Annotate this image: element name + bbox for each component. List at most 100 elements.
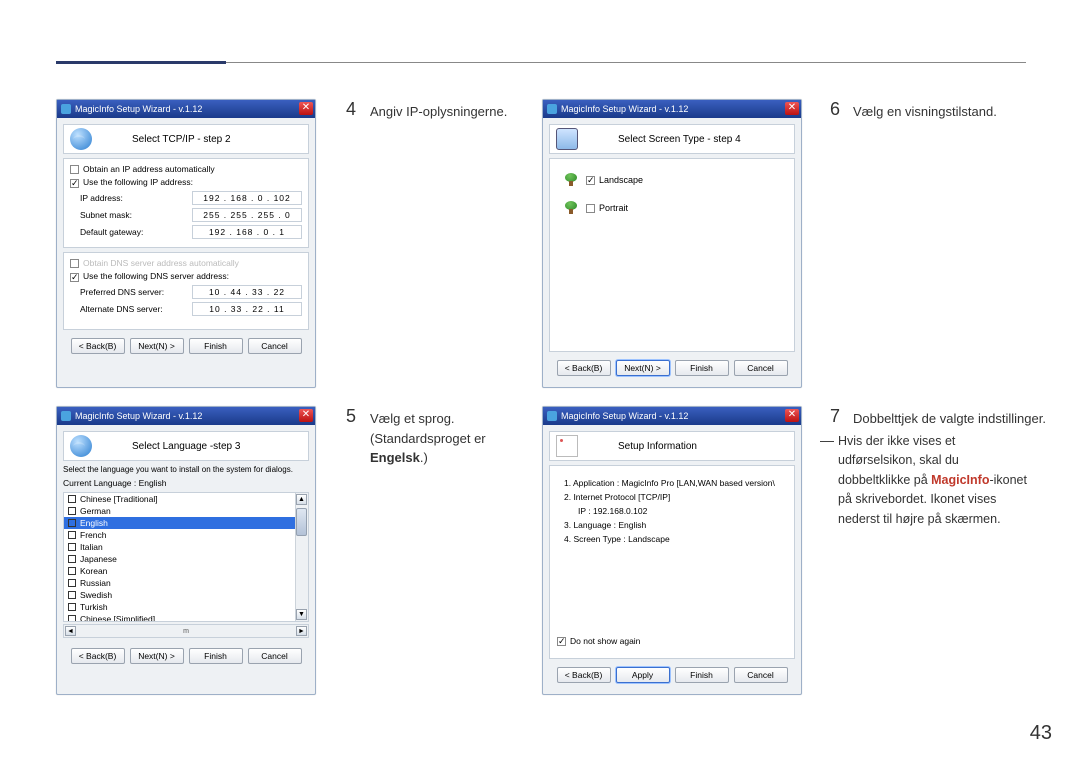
step7-number: 7	[830, 406, 840, 427]
next-button[interactable]: Next(N) >	[130, 648, 184, 664]
titlebar[interactable]: MagicInfo Setup Wizard - v.1.12 ✕	[543, 100, 801, 118]
pref-dns-field[interactable]: 10 . 44 . 33 . 22	[192, 285, 302, 299]
info-app: 1. Application : MagicInfo Pro [LAN,WAN …	[564, 478, 788, 488]
step5-text-b: Engelsk	[370, 450, 420, 465]
ip-label: IP address:	[80, 193, 180, 203]
monitor-icon	[556, 128, 578, 150]
note-dash: ―	[820, 432, 834, 448]
portrait-checkbox[interactable]	[586, 204, 595, 213]
close-icon[interactable]: ✕	[785, 102, 799, 115]
alt-dns-field[interactable]: 10 . 33 . 22 . 11	[192, 302, 302, 316]
back-button[interactable]: < Back(B)	[557, 360, 611, 376]
dont-show-label: Do not show again	[570, 636, 640, 646]
scroll-up-icon[interactable]: ▲	[296, 494, 307, 505]
back-button[interactable]: < Back(B)	[71, 648, 125, 664]
apply-button[interactable]: Apply	[616, 667, 670, 683]
title-text: MagicInfo Setup Wizard - v.1.12	[75, 411, 202, 421]
tree-icon	[564, 173, 578, 187]
gateway-field[interactable]: 192 . 168 . 0 . 1	[192, 225, 302, 239]
use-dns-label: Use the following DNS server address:	[83, 271, 229, 281]
titlebar[interactable]: MagicInfo Setup Wizard - v.1.12 ✕	[57, 407, 315, 425]
heading-text: Setup Information	[618, 441, 697, 452]
scroll-thumb[interactable]	[296, 508, 307, 536]
close-icon[interactable]: ✕	[299, 102, 313, 115]
title-text: MagicInfo Setup Wizard - v.1.12	[75, 104, 202, 114]
note-text: Hvis der ikke vises et udførselsikon, sk…	[838, 432, 1033, 529]
use-ip-checkbox[interactable]	[70, 179, 79, 188]
list-item[interactable]: Japanese	[80, 554, 117, 564]
back-button[interactable]: < Back(B)	[557, 667, 611, 683]
title-text: MagicInfo Setup Wizard - v.1.12	[561, 104, 688, 114]
language-listbox[interactable]: Chinese [Traditional] German English Fre…	[63, 492, 309, 622]
cancel-button[interactable]: Cancel	[248, 648, 302, 664]
next-button[interactable]: Next(N) >	[616, 360, 670, 376]
obtain-ip-checkbox[interactable]	[70, 165, 79, 174]
titlebar[interactable]: MagicInfo Setup Wizard - v.1.12 ✕	[543, 407, 801, 425]
obtain-dns-label: Obtain DNS server address automatically	[83, 258, 239, 268]
panel-heading: Select Screen Type - step 4	[549, 124, 795, 154]
page-number: 43	[1030, 722, 1052, 745]
list-item[interactable]: Turkish	[80, 602, 108, 612]
step5-text-c: .)	[420, 450, 428, 465]
cancel-button[interactable]: Cancel	[734, 667, 788, 683]
back-button[interactable]: < Back(B)	[71, 338, 125, 354]
scroll-right-icon[interactable]: ►	[296, 626, 307, 636]
heading-text: Select Language -step 3	[132, 441, 240, 452]
step5-text-a: Vælg et sprog. (Standardsproget er	[370, 411, 486, 446]
close-icon[interactable]: ✕	[785, 409, 799, 422]
panel-heading: Setup Information	[549, 431, 795, 461]
panel-heading: Select Language -step 3	[63, 431, 309, 461]
dont-show-checkbox[interactable]	[557, 637, 566, 646]
use-ip-label: Use the following IP address:	[83, 177, 193, 187]
step5-number: 5	[346, 406, 356, 427]
gateway-label: Default gateway:	[80, 227, 180, 237]
list-item[interactable]: Russian	[80, 578, 111, 588]
obtain-dns-checkbox[interactable]	[70, 259, 79, 268]
obtain-ip-label: Obtain an IP address automatically	[83, 164, 215, 174]
tree-icon	[564, 201, 578, 215]
landscape-checkbox[interactable]	[586, 176, 595, 185]
list-item[interactable]: English	[80, 518, 108, 528]
app-icon	[547, 104, 557, 114]
alt-dns-label: Alternate DNS server:	[80, 304, 180, 314]
wizard-screentype: MagicInfo Setup Wizard - v.1.12 ✕ Select…	[542, 99, 802, 388]
list-item[interactable]: Italian	[80, 542, 103, 552]
ip-field[interactable]: 192 . 168 . 0 . 102	[192, 191, 302, 205]
next-button[interactable]: Next(N) >	[130, 338, 184, 354]
scroll-down-icon[interactable]: ▼	[296, 609, 307, 620]
list-item[interactable]: Korean	[80, 566, 107, 576]
finish-button[interactable]: Finish	[189, 648, 243, 664]
list-item[interactable]: Chinese [Simplified]	[80, 614, 155, 622]
finish-button[interactable]: Finish	[675, 360, 729, 376]
cancel-button[interactable]: Cancel	[734, 360, 788, 376]
list-item[interactable]: Chinese [Traditional]	[80, 494, 158, 504]
step5-text: Vælg et sprog. (Standardsproget er Engel…	[370, 409, 542, 468]
pref-dns-label: Preferred DNS server:	[80, 287, 180, 297]
list-item[interactable]: French	[80, 530, 106, 540]
step7-text: Dobbelttjek de valgte indstillinger.	[853, 409, 1053, 429]
list-item[interactable]: German	[80, 506, 111, 516]
app-icon	[61, 104, 71, 114]
subnet-label: Subnet mask:	[80, 210, 180, 220]
list-item[interactable]: Swedish	[80, 590, 112, 600]
titlebar[interactable]: MagicInfo Setup Wizard - v.1.12 ✕	[57, 100, 315, 118]
scroll-left-icon[interactable]: ◄	[65, 626, 76, 636]
finish-button[interactable]: Finish	[189, 338, 243, 354]
step6-text: Vælg en visningstilstand.	[853, 102, 1033, 122]
document-icon	[556, 435, 578, 457]
landscape-label: Landscape	[599, 175, 643, 185]
lang-desc: Select the language you want to install …	[63, 465, 309, 474]
step4-text: Angiv IP-oplysningerne.	[370, 102, 536, 122]
globe-icon	[70, 435, 92, 457]
use-dns-checkbox[interactable]	[70, 273, 79, 282]
app-icon	[547, 411, 557, 421]
globe-icon	[70, 128, 92, 150]
close-icon[interactable]: ✕	[299, 409, 313, 422]
step6-number: 6	[830, 99, 840, 120]
finish-button[interactable]: Finish	[675, 667, 729, 683]
cancel-button[interactable]: Cancel	[248, 338, 302, 354]
info-screentype: 4. Screen Type : Landscape	[564, 534, 788, 544]
scrollbar-horizontal[interactable]: ◄ m ►	[63, 624, 309, 638]
wizard-tcpip: MagicInfo Setup Wizard - v.1.12 ✕ Select…	[56, 99, 316, 388]
subnet-field[interactable]: 255 . 255 . 255 . 0	[192, 208, 302, 222]
